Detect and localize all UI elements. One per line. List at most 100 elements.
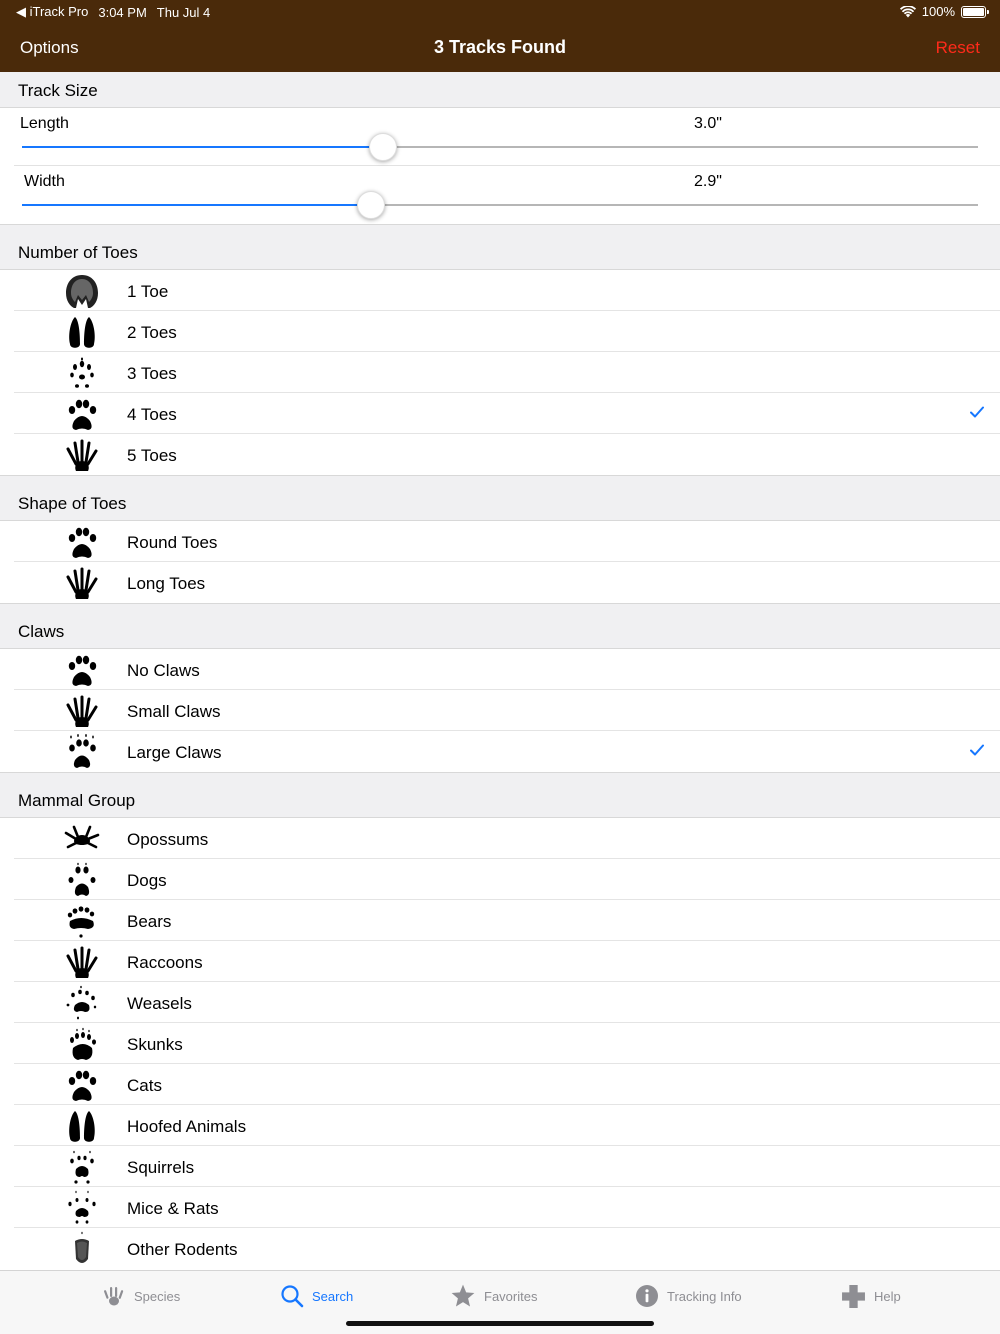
info-icon xyxy=(636,1285,658,1307)
mammal-group-option-row[interactable]: Opossums xyxy=(14,818,1000,859)
mammal-group-option-label: Bears xyxy=(127,912,172,931)
mammal-group-option-row[interactable]: Raccoons xyxy=(14,941,1000,982)
section-header-claws: Claws xyxy=(0,603,1000,649)
checkmark-icon xyxy=(970,403,984,423)
width-slider-row: Width 2.9" xyxy=(14,166,1000,224)
mammal-group-option-label: Hoofed Animals xyxy=(127,1117,247,1136)
star-icon xyxy=(451,1284,475,1307)
mammal-group-option-label: Weasels xyxy=(127,994,192,1013)
toes-option-row[interactable]: 2 Toes xyxy=(14,311,1000,352)
tab-tracking-info[interactable]: Tracking Info xyxy=(635,1283,742,1309)
mouse-track-icon xyxy=(68,1190,96,1224)
length-slider[interactable] xyxy=(22,146,978,148)
mammal-group-option-row[interactable]: Skunks xyxy=(14,1023,1000,1064)
weasel-track-icon xyxy=(66,985,97,1020)
search-form: Track Size Length 3.0" Width 2.9" Number… xyxy=(0,72,1000,1269)
toes-option-row[interactable]: 3 Toes xyxy=(14,352,1000,393)
claws-option-row[interactable]: Small Claws xyxy=(14,690,1000,731)
toe-shape-option-label: Long Toes xyxy=(127,574,206,593)
claws-option-label: Small Claws xyxy=(127,702,221,721)
hoof-two-toes-icon xyxy=(69,317,95,348)
toe-shape-option-row[interactable]: Long Toes xyxy=(14,562,1000,603)
width-label: Width xyxy=(24,173,65,190)
plus-help-icon xyxy=(842,1284,865,1308)
mammal-group-option-label: Cats xyxy=(127,1076,162,1095)
mammal-group-option-label: Mice & Rats xyxy=(127,1199,219,1218)
length-slider-fill xyxy=(22,146,384,148)
toes-option-label: 2 Toes xyxy=(127,323,177,342)
cat-track-icon xyxy=(68,1070,97,1101)
mammal-group-option-label: Opossums xyxy=(127,830,209,849)
raccoon-track-icon xyxy=(66,946,98,978)
tab-help[interactable]: Help xyxy=(841,1283,901,1309)
length-label: Length xyxy=(20,115,69,132)
claws-option-row[interactable]: No Claws xyxy=(14,649,1000,690)
paw-species-icon xyxy=(104,1287,124,1306)
three-toes-track-icon xyxy=(70,357,94,388)
tab-search[interactable]: Search xyxy=(280,1283,353,1309)
toes-option-row[interactable]: 1 Toe xyxy=(14,270,1000,311)
squirrel-track-icon xyxy=(70,1150,94,1184)
length-value: 3.0" xyxy=(694,115,722,132)
mammal-group-option-row[interactable]: Dogs xyxy=(14,859,1000,900)
long-toes-hand-icon xyxy=(66,567,98,599)
tab-favorites[interactable]: Favorites xyxy=(450,1283,537,1309)
claws-option-label: No Claws xyxy=(127,661,200,680)
tab-species[interactable]: Species xyxy=(102,1283,180,1309)
section-header-number-of-toes: Number of Toes xyxy=(0,224,1000,270)
wifi-icon xyxy=(899,5,916,17)
width-value: 2.9" xyxy=(694,173,722,190)
back-to-app-link[interactable]: ◀ iTrack Pro xyxy=(16,4,88,20)
claws-option-label: Large Claws xyxy=(127,743,222,762)
mammal-group-option-row[interactable]: Bears xyxy=(14,900,1000,941)
length-slider-thumb[interactable] xyxy=(369,133,398,161)
width-slider-fill xyxy=(22,204,371,206)
hoof-one-toe-icon xyxy=(66,275,98,308)
claws-list: No Claws Small Claws Large Claws xyxy=(0,649,1000,772)
round-toes-paw-icon xyxy=(68,527,97,558)
four-toes-paw-icon xyxy=(68,399,97,430)
toe-shape-option-label: Round Toes xyxy=(127,533,218,552)
page-title: 3 Tracks Found xyxy=(433,37,567,57)
reset-button[interactable]: Reset xyxy=(936,38,980,58)
status-bar: ◀ iTrack Pro 3:04 PM Thu Jul 4 100% xyxy=(0,0,1000,24)
mammal-group-option-row[interactable]: Squirrels xyxy=(14,1146,1000,1187)
toe-shape-option-row[interactable]: Round Toes xyxy=(14,521,1000,562)
hoof-track-icon xyxy=(69,1111,95,1142)
toes-option-row[interactable]: 5 Toes xyxy=(14,434,1000,475)
bear-track-icon xyxy=(67,906,95,938)
claws-option-row[interactable]: Large Claws xyxy=(14,731,1000,772)
navigation-bar: Options 3 Tracks Found Reset xyxy=(0,24,1000,72)
width-slider[interactable] xyxy=(22,204,978,206)
mammal-group-option-label: Dogs xyxy=(127,871,167,890)
toes-option-label: 5 Toes xyxy=(127,446,177,465)
rodent-track-icon xyxy=(75,1231,89,1263)
number-of-toes-list: 1 Toe 2 Toes 3 Toes 4 Toes 5 Toes xyxy=(0,270,1000,475)
mammal-group-option-row[interactable]: Weasels xyxy=(14,982,1000,1023)
mammal-group-option-row[interactable]: Mice & Rats xyxy=(14,1187,1000,1228)
status-time: 3:04 PM xyxy=(98,4,147,20)
mammal-group-option-row[interactable]: Other Rodents xyxy=(14,1228,1000,1269)
mammal-group-list: Opossums Dogs Bears Raccoons Weasels Skunks Ca… xyxy=(0,818,1000,1269)
mammal-group-option-label: Raccoons xyxy=(127,953,203,972)
mammal-group-option-row[interactable]: Hoofed Animals xyxy=(14,1105,1000,1146)
skunk-track-icon xyxy=(70,1027,96,1060)
width-slider-thumb[interactable] xyxy=(356,191,385,219)
shape-of-toes-list: Round Toes Long Toes xyxy=(0,521,1000,603)
battery-icon xyxy=(961,5,989,18)
search-icon xyxy=(281,1285,304,1308)
section-header-track-size: Track Size xyxy=(0,72,1000,108)
toes-option-label: 1 Toe xyxy=(127,282,169,301)
battery-percent: 100% xyxy=(921,4,955,19)
section-header-mammal-group: Mammal Group xyxy=(0,772,1000,818)
mammal-group-option-label: Skunks xyxy=(127,1035,183,1054)
length-slider-row: Length 3.0" xyxy=(14,108,1000,166)
checkmark-icon xyxy=(970,741,984,761)
toes-option-label: 4 Toes xyxy=(127,405,177,424)
toes-option-label: 3 Toes xyxy=(127,364,177,383)
opossum-track-icon xyxy=(64,825,100,849)
home-indicator xyxy=(346,1321,654,1326)
toes-option-row[interactable]: 4 Toes xyxy=(14,393,1000,434)
status-date: Thu Jul 4 xyxy=(156,4,211,20)
mammal-group-option-row[interactable]: Cats xyxy=(14,1064,1000,1105)
